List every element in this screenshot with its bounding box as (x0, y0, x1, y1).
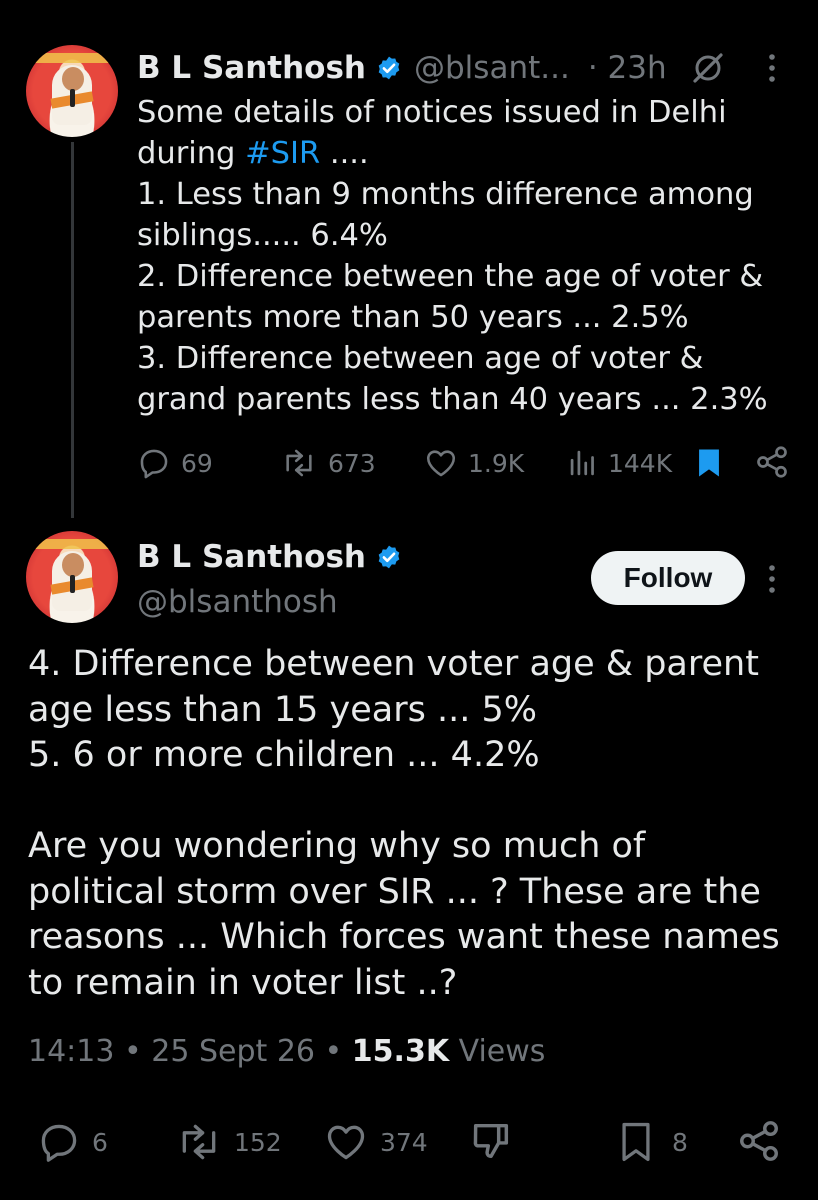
tweet1-text: Some details of notices issued in Delhi … (137, 92, 797, 420)
views-button[interactable]: 144K (568, 446, 672, 480)
reply-count: 6 (92, 1127, 108, 1157)
bookmark-icon[interactable] (694, 446, 724, 480)
author-name[interactable]: B L Santhosh (137, 539, 366, 575)
tweet1-header: B L Santhosh @blsant... · 23h (137, 46, 667, 90)
more-icon[interactable] (765, 52, 779, 84)
reply-count: 69 (181, 448, 213, 478)
verified-badge-icon (376, 544, 402, 570)
like-button[interactable]: 1.9K (424, 446, 524, 480)
author-handle[interactable]: @blsanthosh (137, 584, 338, 620)
separator: • (324, 1034, 343, 1069)
author-name[interactable]: B L Santhosh (137, 50, 366, 86)
avatar[interactable] (26, 45, 118, 137)
repost-count: 152 (234, 1127, 282, 1157)
follow-button[interactable]: Follow (591, 551, 745, 605)
like-icon (322, 1120, 370, 1164)
like-button[interactable]: 374 (322, 1120, 428, 1164)
author-handle[interactable]: @blsant... (414, 50, 570, 86)
reply-button[interactable]: 6 (36, 1120, 108, 1164)
reply-icon (137, 446, 171, 480)
tweet2-header: B L Santhosh (137, 535, 402, 579)
repost-button[interactable]: 152 (174, 1120, 282, 1164)
repost-icon (174, 1120, 224, 1164)
post-date[interactable]: 25 Sept 26 (151, 1034, 315, 1069)
share-icon[interactable] (736, 1118, 782, 1164)
tweet1-text-rest: .... 1. Less than 9 months difference am… (137, 136, 768, 417)
more-icon[interactable] (765, 563, 779, 595)
grok-icon[interactable] (690, 50, 726, 86)
bookmark-icon (616, 1120, 656, 1164)
tweet2-text: 4. Difference between voter age & parent… (28, 644, 780, 1003)
tweet-meta: 14:13 • 25 Sept 26 • 15.3K Views (28, 1034, 545, 1069)
verified-badge-icon (376, 55, 402, 81)
like-count: 374 (380, 1127, 428, 1157)
repost-button[interactable]: 673 (280, 446, 376, 480)
post-time[interactable]: 14:13 (28, 1034, 114, 1069)
share-icon[interactable] (754, 444, 790, 480)
views-total: 15.3K (351, 1034, 450, 1069)
like-count: 1.9K (468, 448, 525, 478)
like-icon (424, 446, 458, 480)
timestamp[interactable]: · 23h (588, 50, 667, 86)
hashtag-link[interactable]: #SIR (245, 136, 320, 171)
dislike-icon[interactable] (468, 1118, 514, 1164)
reply-button[interactable]: 69 (137, 446, 213, 480)
avatar[interactable] (26, 531, 118, 623)
reply-icon (36, 1120, 82, 1164)
bookmark-button[interactable]: 8 (616, 1120, 688, 1164)
separator: • (124, 1034, 142, 1069)
views-count: 144K (608, 448, 673, 478)
views-label: Views (458, 1034, 546, 1069)
views-icon (568, 446, 598, 480)
thread-line (71, 142, 74, 518)
repost-icon (280, 446, 318, 480)
tweet1-text-start: Some details of notices issued in Delhi … (137, 95, 727, 171)
bookmark-count: 8 (672, 1127, 688, 1157)
repost-count: 673 (328, 448, 376, 478)
